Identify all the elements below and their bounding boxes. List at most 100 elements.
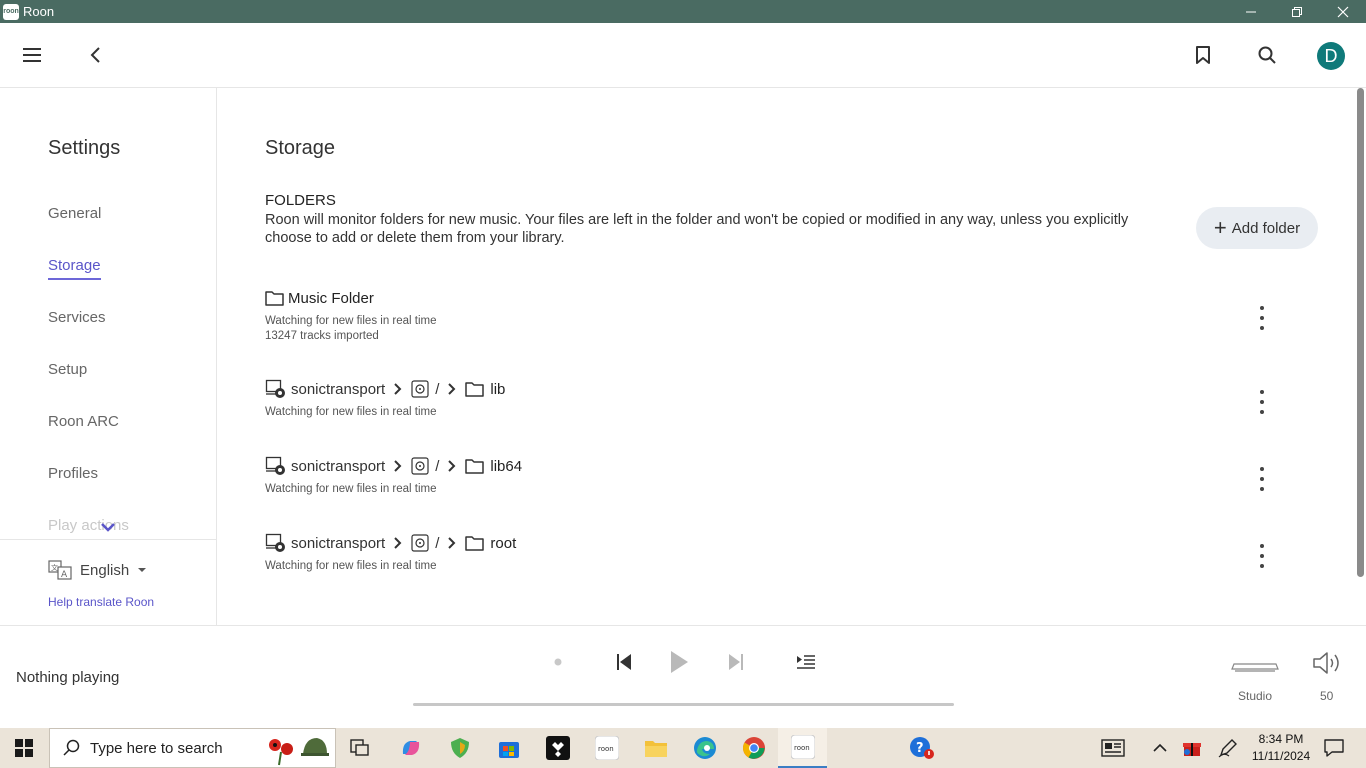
folder-name: Music Folder <box>288 289 374 307</box>
sidebar-item-storage[interactable]: Storage <box>48 257 101 280</box>
translate-icon: A 文 <box>48 560 72 580</box>
chevron-left-icon <box>90 47 100 63</box>
search-placeholder: Type here to search <box>90 739 223 757</box>
folder-options-button[interactable] <box>1256 390 1268 414</box>
roon-server-button[interactable]: roon <box>591 732 623 764</box>
microsoft-store-button[interactable] <box>493 732 525 764</box>
minimize-icon <box>1246 11 1256 12</box>
drive-icon <box>411 380 429 398</box>
folder-icon <box>265 291 284 306</box>
chevron-right-icon <box>448 460 456 472</box>
vpn-app-button[interactable] <box>444 732 476 764</box>
network-device-icon <box>265 456 285 475</box>
folder-status: Watching for new files in real time 1324… <box>265 314 1325 344</box>
close-button[interactable] <box>1320 0 1366 23</box>
folder-name: lib <box>490 380 506 398</box>
sidebar-item-roon-arc[interactable]: Roon ARC <box>48 413 119 430</box>
add-folder-button[interactable]: + Add folder <box>1196 207 1318 249</box>
scroll-more-button[interactable] <box>101 519 115 537</box>
speaker-icon <box>1313 652 1339 674</box>
minimize-button[interactable] <box>1228 0 1274 23</box>
sidebar-item-general[interactable]: General <box>48 205 101 222</box>
back-button[interactable] <box>80 39 112 71</box>
scrollbar-thumb[interactable] <box>1357 88 1364 577</box>
language-selector[interactable]: A 文 English <box>48 560 147 580</box>
folder-row-lib[interactable]: sonictransport / lib Watching for new fi… <box>265 378 1325 420</box>
edge-browser-button[interactable] <box>689 732 721 764</box>
host-name: sonictransport <box>291 380 386 398</box>
volume-level: 50 <box>1320 689 1334 703</box>
folder-options-button[interactable] <box>1256 306 1268 330</box>
root-path: / <box>435 380 440 398</box>
clock-date: 11/11/2024 <box>1251 749 1311 763</box>
folder-options-button[interactable] <box>1256 467 1268 491</box>
queue-button[interactable] <box>792 649 820 675</box>
language-label: English <box>80 561 130 579</box>
caret-down-icon <box>138 568 147 572</box>
progress-bar[interactable] <box>413 703 954 706</box>
folder-path: sonictransport / root <box>265 532 1325 554</box>
news-widget-button[interactable] <box>1097 732 1129 764</box>
menu-button[interactable] <box>16 39 48 71</box>
help-translate-link[interactable]: Help translate Roon <box>48 595 154 609</box>
help-app-button[interactable]: ? <box>906 732 938 764</box>
add-folder-label: Add folder <box>1231 219 1301 237</box>
sidebar-item-profiles[interactable]: Profiles <box>48 465 98 482</box>
dot-icon <box>554 658 562 666</box>
svg-text:文: 文 <box>51 563 58 572</box>
sidebar-item-play-actions[interactable]: Play actions <box>48 517 129 534</box>
pen-tray-button[interactable] <box>1216 732 1240 764</box>
svg-text:?: ? <box>916 741 924 756</box>
watch-status: Watching for new files in real time <box>265 315 437 327</box>
taskbar-search[interactable]: Type here to search <box>49 728 336 768</box>
sidebar-item-services[interactable]: Services <box>48 309 106 326</box>
app-icon-text: roon <box>3 8 19 15</box>
close-icon <box>1337 6 1349 17</box>
tidal-app-button[interactable] <box>542 732 574 764</box>
sidebar-item-setup[interactable]: Setup <box>48 361 87 378</box>
task-view-button[interactable] <box>345 732 375 764</box>
zone-button[interactable] <box>1230 654 1280 680</box>
folder-options-button[interactable] <box>1256 544 1268 568</box>
watch-status: Watching for new files in real time <box>265 406 437 418</box>
news-icon <box>1101 739 1125 757</box>
device-icon <box>1231 663 1279 672</box>
tidal-icon <box>546 736 570 760</box>
user-avatar[interactable]: D <box>1317 42 1345 70</box>
folder-path: Music Folder <box>265 287 1325 309</box>
window-title: Roon <box>23 4 55 19</box>
chevron-up-icon <box>1153 743 1167 752</box>
previous-track-button[interactable] <box>610 649 638 675</box>
volume-button[interactable] <box>1309 650 1345 676</box>
hamburger-icon <box>23 48 41 62</box>
main-scrollbar[interactable] <box>1356 88 1366 625</box>
chevron-right-icon <box>394 460 402 472</box>
search-button[interactable] <box>1251 39 1283 71</box>
notifications-button[interactable] <box>1320 732 1348 764</box>
roon-icon: roon <box>595 736 619 760</box>
taskbar-clock[interactable]: 8:34 PM 11/11/2024 <box>1250 731 1312 765</box>
host-name: sonictransport <box>291 534 386 552</box>
root-path: / <box>435 534 440 552</box>
chrome-browser-button[interactable] <box>738 732 770 764</box>
folder-row-music-folder[interactable]: Music Folder Watching for new files in r… <box>265 287 1325 344</box>
next-track-button[interactable] <box>722 649 750 675</box>
play-button[interactable] <box>664 649 694 675</box>
roon-app-button-active[interactable]: roon <box>778 728 827 768</box>
security-tray-button[interactable] <box>1180 732 1204 764</box>
folder-icon <box>465 382 485 397</box>
copilot-button[interactable] <box>395 732 427 764</box>
bookmark-icon <box>1196 46 1210 64</box>
shield-icon <box>451 738 469 758</box>
file-explorer-button[interactable] <box>640 732 672 764</box>
bookmarks-button[interactable] <box>1187 39 1219 71</box>
storage-panel: Storage FOLDERS Roon will monitor folder… <box>217 88 1356 625</box>
windows-logo-icon <box>15 739 33 757</box>
clock-time: 8:34 PM <box>1258 732 1304 746</box>
show-hidden-icons-button[interactable] <box>1148 732 1172 764</box>
folder-row-root[interactable]: sonictransport / root Watching for new f… <box>265 532 1325 574</box>
folder-row-lib64[interactable]: sonictransport / lib64 Watching for new … <box>265 455 1325 497</box>
folders-section-title: FOLDERS <box>265 192 336 209</box>
restore-button[interactable] <box>1274 0 1320 23</box>
start-button[interactable] <box>8 732 40 764</box>
